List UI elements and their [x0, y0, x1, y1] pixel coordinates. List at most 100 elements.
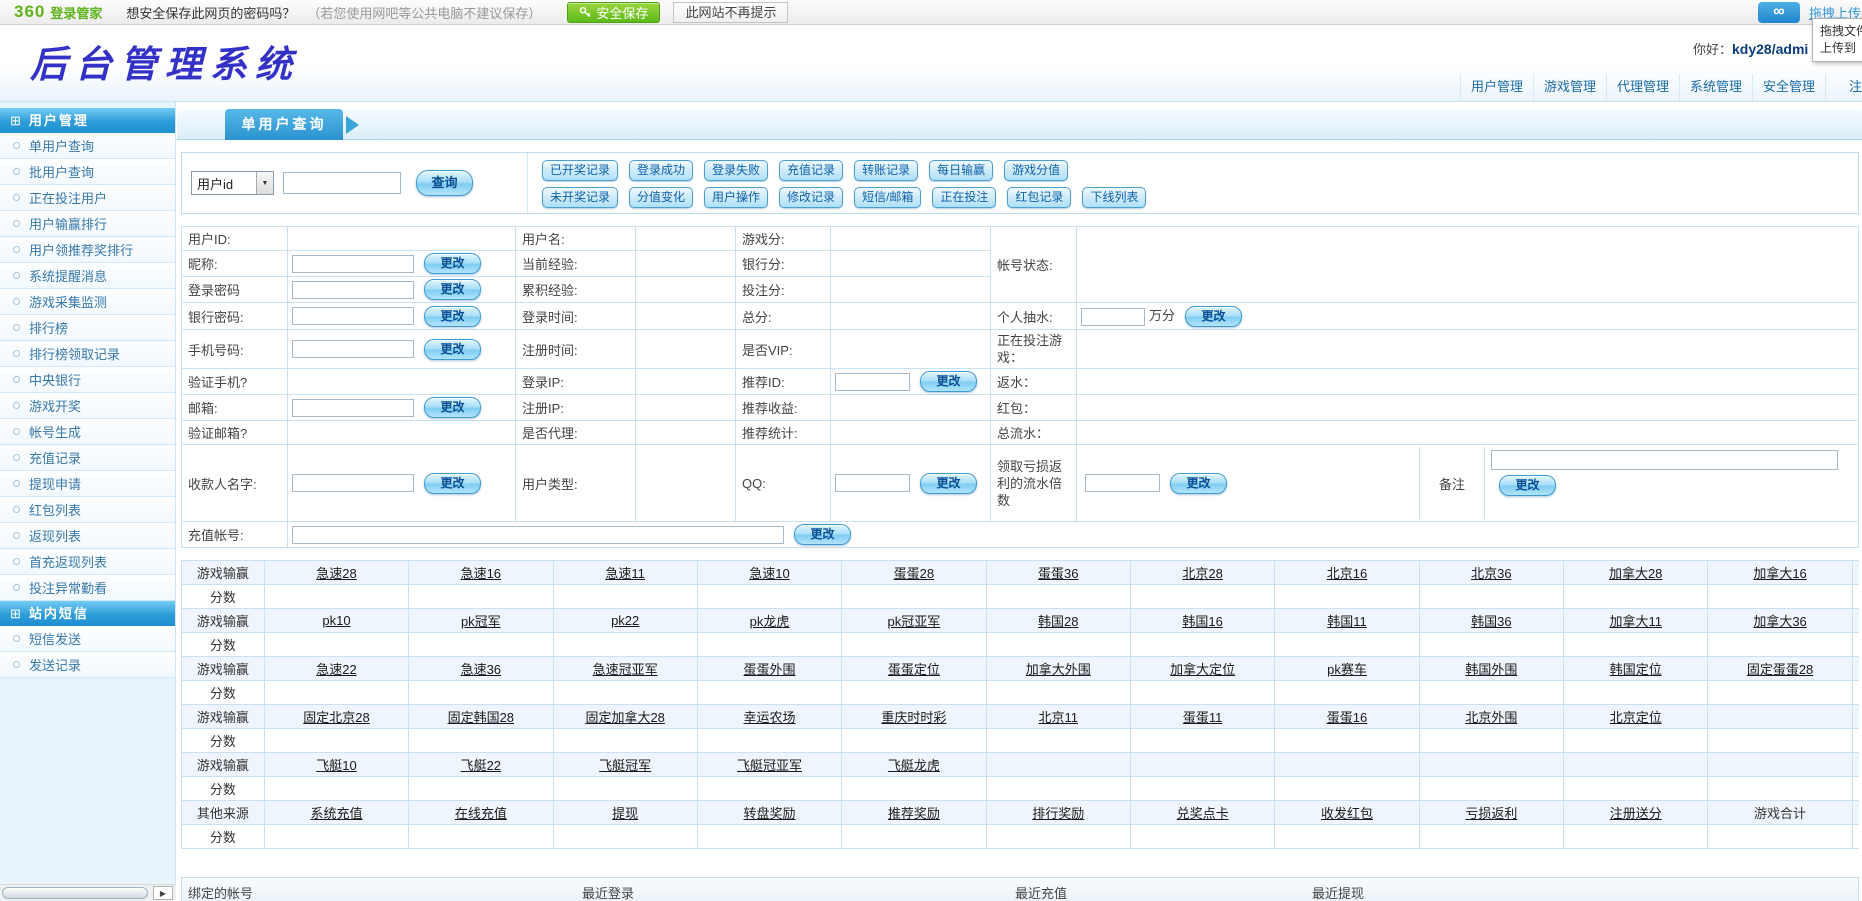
- game-link[interactable]: 蛋蛋28: [894, 566, 934, 581]
- sidebar-item-1-1[interactable]: 发送记录: [0, 652, 175, 678]
- change-loss-rebate-flow-button[interactable]: 更改: [1170, 473, 1227, 494]
- game-link[interactable]: 韩国28: [1038, 614, 1078, 629]
- game-link[interactable]: 固定加拿大28: [585, 710, 664, 725]
- ref-id-input[interactable]: [835, 373, 910, 391]
- nav-tab-4[interactable]: 安全管理: [1752, 74, 1825, 101]
- query-type-select[interactable]: 用户id ▼: [191, 171, 274, 195]
- game-link[interactable]: 北京外围: [1465, 710, 1517, 725]
- nav-tab-3[interactable]: 系统管理: [1679, 74, 1752, 101]
- game-link[interactable]: 蛋蛋36: [1038, 566, 1078, 581]
- game-link[interactable]: pk冠军: [461, 614, 501, 629]
- qq-input[interactable]: [835, 474, 910, 492]
- record-button-[interactable]: 登录成功: [629, 160, 693, 181]
- sidebar-item-0-5[interactable]: 系统提醒消息: [0, 263, 175, 289]
- game-link[interactable]: 韩国定位: [1610, 662, 1662, 677]
- recharge-account-input[interactable]: [292, 526, 784, 544]
- game-link[interactable]: 韩国外围: [1465, 662, 1517, 677]
- game-link[interactable]: 北京28: [1182, 566, 1222, 581]
- game-link[interactable]: 急速11: [605, 566, 645, 581]
- game-link[interactable]: 飞艇龙虎: [888, 758, 940, 773]
- game-link[interactable]: 加拿大28: [1609, 566, 1662, 581]
- sidebar-item-0-3[interactable]: 用户输赢排行: [0, 211, 175, 237]
- nav-tab-0[interactable]: 用户管理: [1460, 74, 1533, 101]
- change-personal-rake-button[interactable]: 更改: [1185, 306, 1242, 327]
- nav-tab-1[interactable]: 游戏管理: [1533, 74, 1606, 101]
- game-link[interactable]: 急速28: [316, 566, 356, 581]
- sidebar-item-0-11[interactable]: 帐号生成: [0, 419, 175, 445]
- game-link[interactable]: pk10: [322, 613, 350, 628]
- game-link[interactable]: 飞艇22: [461, 758, 501, 773]
- record-button-[interactable]: 分值变化: [629, 187, 693, 208]
- sidebar-item-0-9[interactable]: 中央银行: [0, 367, 175, 393]
- game-link[interactable]: 推荐奖励: [888, 806, 940, 821]
- record-button-[interactable]: 正在投注: [932, 187, 996, 208]
- personal-rake-input[interactable]: [1081, 308, 1145, 326]
- record-button-[interactable]: 短信/邮箱: [854, 187, 921, 208]
- sidebar-item-0-7[interactable]: 排行榜: [0, 315, 175, 341]
- change-remark-button[interactable]: 更改: [1499, 475, 1556, 496]
- search-button[interactable]: 查询: [416, 170, 473, 196]
- payee-name-input[interactable]: [292, 474, 414, 492]
- game-link[interactable]: 韩国11: [1327, 614, 1367, 629]
- game-link[interactable]: 韩国16: [1182, 614, 1222, 629]
- game-link[interactable]: 重庆时时彩: [881, 710, 946, 725]
- game-link[interactable]: 在线充值: [455, 806, 507, 821]
- game-link[interactable]: pk22: [611, 613, 639, 628]
- change-qq-button[interactable]: 更改: [920, 473, 977, 494]
- login-password-input[interactable]: [292, 281, 414, 299]
- cloud-upload-icon[interactable]: ∞: [1758, 2, 1800, 23]
- record-button-[interactable]: 用户操作: [704, 187, 768, 208]
- game-link[interactable]: 飞艇10: [316, 758, 356, 773]
- sidebar-item-0-15[interactable]: 返现列表: [0, 523, 175, 549]
- sidebar-item-0-12[interactable]: 充值记录: [0, 445, 175, 471]
- sidebar-item-0-2[interactable]: 正在投注用户: [0, 185, 175, 211]
- game-link[interactable]: 韩国36: [1471, 614, 1511, 629]
- game-link[interactable]: 急速16: [461, 566, 501, 581]
- game-link[interactable]: 蛋蛋16: [1327, 710, 1367, 725]
- sidebar-item-0-17[interactable]: 投注异常勤看: [0, 575, 175, 601]
- game-link[interactable]: 提现: [612, 806, 638, 821]
- phone-input[interactable]: [292, 340, 414, 358]
- nav-tab-2[interactable]: 代理管理: [1606, 74, 1679, 101]
- change-phone-button[interactable]: 更改: [424, 339, 481, 360]
- game-link[interactable]: 急速10: [749, 566, 789, 581]
- record-button-[interactable]: 登录失败: [704, 160, 768, 181]
- nickname-input[interactable]: [292, 255, 414, 273]
- game-link[interactable]: 急速22: [316, 662, 356, 677]
- nav-tab-5[interactable]: 注销: [1825, 74, 1862, 101]
- scrollbar-thumb[interactable]: [2, 887, 148, 899]
- change-bank-password-button[interactable]: 更改: [424, 306, 481, 327]
- sidebar-item-0-10[interactable]: 游戏开奖: [0, 393, 175, 419]
- game-link[interactable]: 固定韩国28: [448, 710, 514, 725]
- scrollbar-right-button[interactable]: ▶: [153, 886, 173, 900]
- sidebar-item-0-6[interactable]: 游戏采集监测: [0, 289, 175, 315]
- game-link[interactable]: 加拿大16: [1753, 566, 1806, 581]
- record-button-[interactable]: 下线列表: [1082, 187, 1146, 208]
- change-ref-id-button[interactable]: 更改: [920, 371, 977, 392]
- change-email-button[interactable]: 更改: [424, 397, 481, 418]
- game-link[interactable]: 加拿大外围: [1026, 662, 1091, 677]
- sidebar-item-0-13[interactable]: 提现申请: [0, 471, 175, 497]
- sidebar-item-0-0[interactable]: 单用户查询: [0, 133, 175, 159]
- game-link[interactable]: 北京定位: [1610, 710, 1662, 725]
- game-link[interactable]: 北京11: [1039, 710, 1079, 725]
- game-link[interactable]: 蛋蛋定位: [888, 662, 940, 677]
- record-button-[interactable]: 游戏分值: [1004, 160, 1068, 181]
- change-payee-name-button[interactable]: 更改: [424, 473, 481, 494]
- sidebar-section-1[interactable]: ⊞站内短信: [0, 601, 175, 626]
- record-button-[interactable]: 充值记录: [779, 160, 843, 181]
- game-link[interactable]: 北京36: [1471, 566, 1511, 581]
- game-link[interactable]: 收发红包: [1321, 806, 1373, 821]
- game-link[interactable]: 转盘奖励: [744, 806, 796, 821]
- record-button-[interactable]: 每日输赢: [929, 160, 993, 181]
- loss-rebate-flow-input[interactable]: [1085, 474, 1160, 492]
- game-link[interactable]: 蛋蛋11: [1183, 710, 1223, 725]
- record-button-[interactable]: 修改记录: [779, 187, 843, 208]
- game-link[interactable]: 急速36: [461, 662, 501, 677]
- game-link[interactable]: 亏损返利: [1465, 806, 1517, 821]
- game-link[interactable]: pk冠亚军: [888, 614, 941, 629]
- email-input[interactable]: [292, 399, 414, 417]
- query-keyword-input[interactable]: [283, 172, 401, 194]
- game-link[interactable]: pk赛车: [1327, 662, 1367, 677]
- sidebar-item-0-8[interactable]: 排行榜领取记录: [0, 341, 175, 367]
